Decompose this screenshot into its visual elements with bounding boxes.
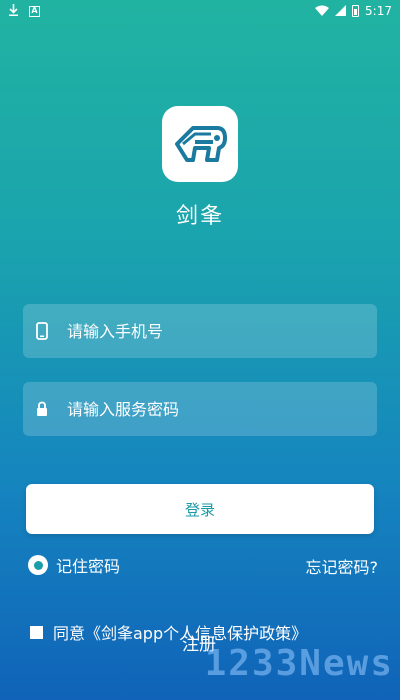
remember-radio[interactable] bbox=[28, 555, 48, 575]
status-left: A bbox=[8, 4, 40, 18]
remember-password-toggle[interactable]: 记住密码 bbox=[28, 553, 120, 577]
login-button[interactable]: 登录 bbox=[26, 484, 374, 534]
app-logo bbox=[162, 106, 238, 182]
watermark: 1233News bbox=[204, 643, 394, 684]
battery-icon bbox=[352, 5, 360, 17]
remember-label: 记住密码 bbox=[56, 557, 121, 576]
radio-dot bbox=[33, 560, 43, 570]
wifi-icon bbox=[315, 5, 330, 18]
password-field[interactable] bbox=[23, 382, 377, 436]
status-right: 5:17 bbox=[315, 4, 392, 18]
privacy-agreement[interactable]: 同意《剑夆app个人信息保护政策》 bbox=[30, 620, 307, 644]
status-bar: A 5:17 bbox=[0, 0, 400, 22]
download-icon bbox=[8, 4, 19, 18]
agree-label[interactable]: 同意《剑夆app个人信息保护政策》 bbox=[53, 620, 307, 644]
logo-emblem-icon bbox=[175, 126, 227, 162]
phone-field[interactable] bbox=[23, 304, 377, 358]
agree-checkbox[interactable] bbox=[30, 625, 43, 639]
status-time: 5:17 bbox=[365, 4, 392, 18]
app-name: 剑夆 bbox=[175, 204, 224, 229]
lock-icon bbox=[35, 400, 49, 418]
password-input[interactable] bbox=[67, 399, 377, 419]
a-box-icon: A bbox=[29, 5, 40, 17]
phone-icon bbox=[35, 322, 49, 340]
phone-input[interactable] bbox=[67, 321, 377, 341]
signal-icon bbox=[335, 4, 347, 18]
forgot-password-link[interactable]: 忘记密码? bbox=[306, 554, 379, 578]
